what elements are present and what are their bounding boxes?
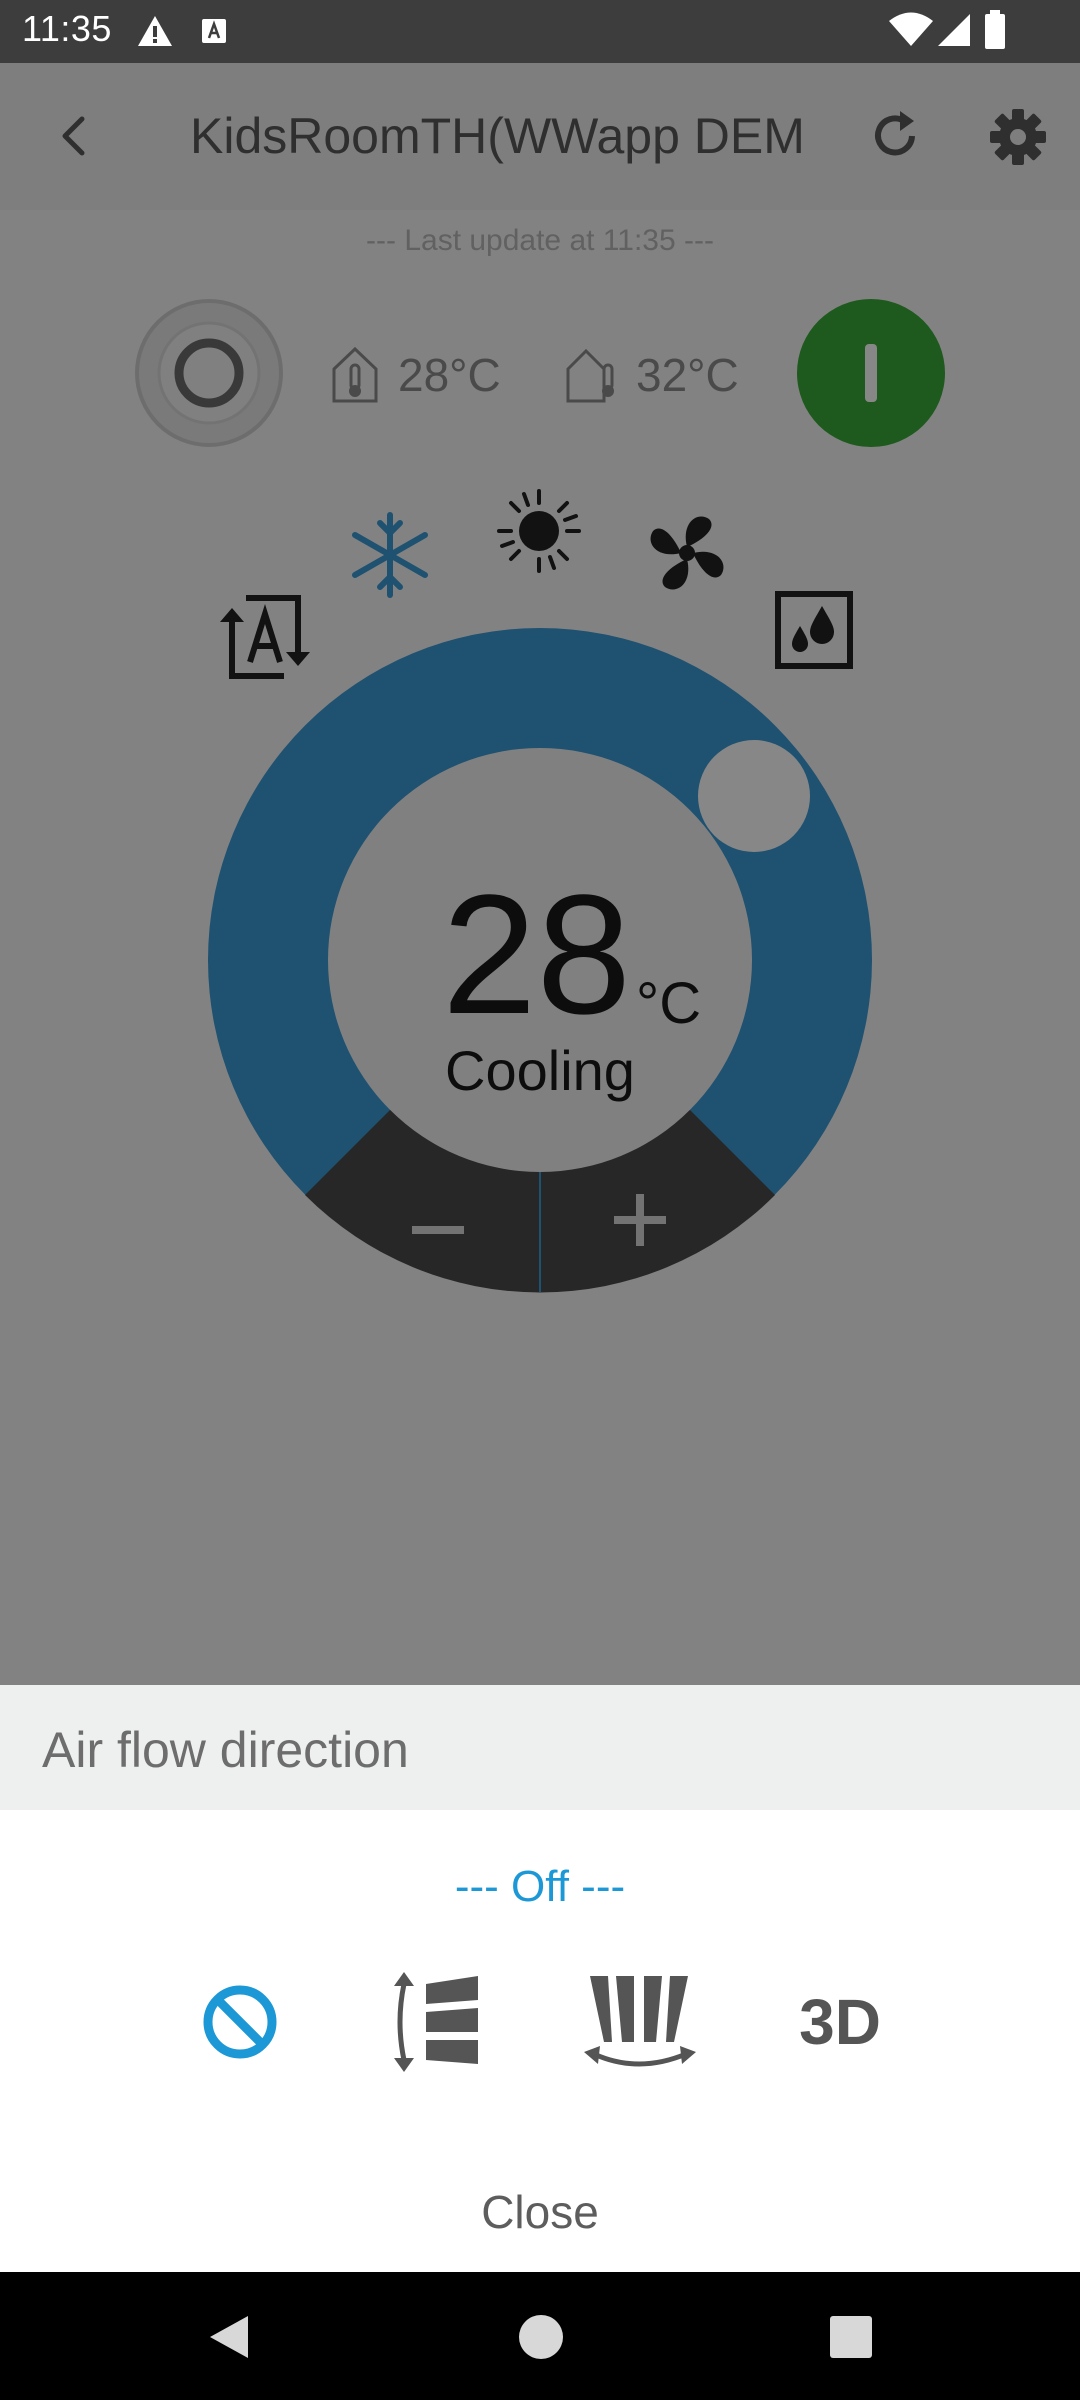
navigation-bar xyxy=(0,2272,1080,2400)
signal-icon xyxy=(938,14,970,46)
airflow-horizontal-swing-icon[interactable] xyxy=(570,1952,710,2092)
airflow-status: --- Off --- xyxy=(454,1862,626,1911)
airflow-sheet-title: Air flow direction xyxy=(42,1722,409,1778)
nav-recents-button[interactable] xyxy=(828,2314,874,2360)
airflow-off-icon[interactable] xyxy=(170,1952,310,2092)
airflow-3d-button[interactable]: 3D xyxy=(770,1952,910,2092)
airflow-sheet: --- Off --- 3D Close xyxy=(0,1810,1080,2272)
nav-back-button[interactable] xyxy=(204,2312,254,2362)
status-bar: 11:35 xyxy=(0,0,1080,63)
wifi-icon xyxy=(889,12,933,46)
modal-overlay[interactable] xyxy=(0,63,1080,1685)
airflow-vertical-swing-icon[interactable] xyxy=(370,1952,510,2092)
nav-home-button[interactable] xyxy=(516,2312,566,2362)
airflow-sheet-header: Air flow direction xyxy=(0,1685,1080,1810)
close-button[interactable]: Close xyxy=(390,2172,690,2252)
status-time: 11:35 xyxy=(22,8,112,49)
keyboard-a-icon xyxy=(202,19,226,43)
battery-icon xyxy=(985,10,1005,49)
warning-icon xyxy=(138,16,172,46)
